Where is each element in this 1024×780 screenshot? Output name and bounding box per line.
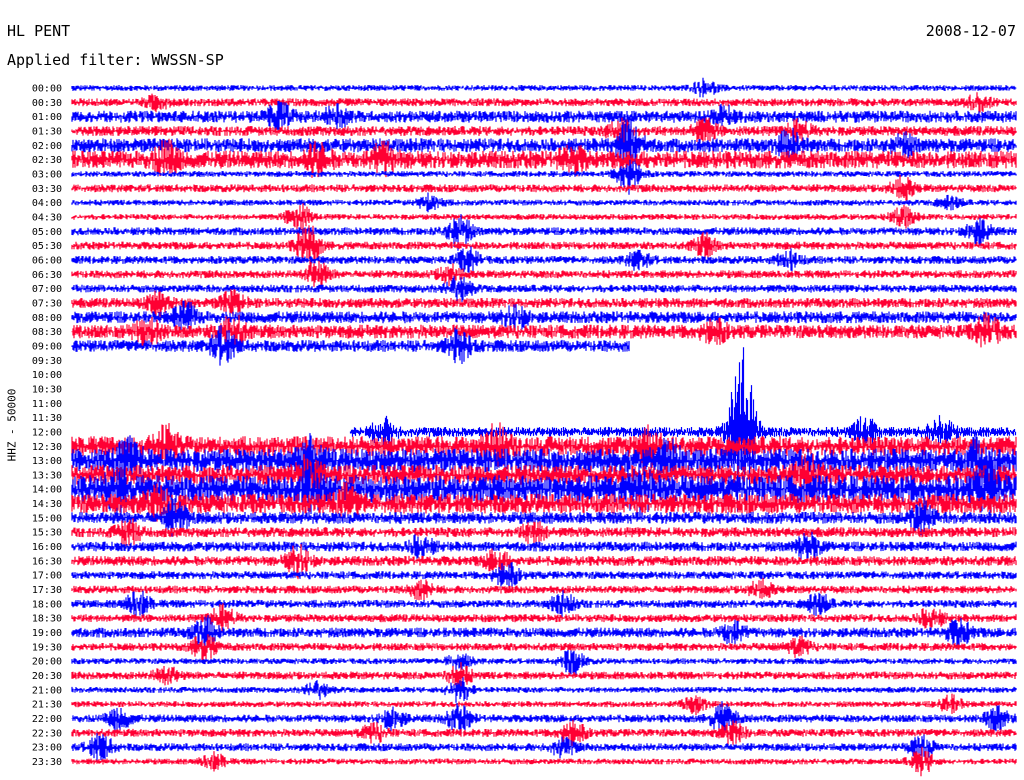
trace-segment: [71, 92, 1017, 113]
trace-segment: [71, 577, 1017, 601]
time-label: 01:30: [32, 126, 62, 137]
time-label: 17:00: [32, 571, 62, 582]
trace-segment: [71, 662, 1017, 689]
helicorder-plot: 00:00 00:30 01:00 01:30 02:00 02:30 03:00 03:30…: [32, 77, 1017, 777]
trace-segment: [71, 203, 1017, 232]
time-label: 03:30: [32, 184, 62, 195]
time-label: 14:30: [32, 499, 62, 510]
trace-segment: [71, 118, 1017, 173]
time-label: 01:00: [32, 112, 62, 123]
time-label: 07:30: [32, 298, 62, 309]
time-label: 10:30: [32, 384, 62, 395]
time-label: 12:00: [32, 427, 62, 438]
time-label: 12:30: [32, 442, 62, 453]
time-label: 05:00: [32, 227, 62, 238]
time-label: 19:00: [32, 628, 62, 639]
time-label: 09:00: [32, 341, 62, 352]
trace-segment: [71, 562, 1017, 588]
time-label: 14:00: [32, 485, 62, 496]
time-label: 21:30: [32, 700, 62, 711]
trace-segment: [71, 719, 1017, 747]
time-label: 21:00: [32, 685, 62, 696]
time-label: 06:30: [32, 270, 62, 281]
time-label: 03:00: [32, 169, 62, 180]
time-label: 16:30: [32, 556, 62, 567]
time-label: 20:00: [32, 657, 62, 668]
trace-segment: [71, 260, 1017, 289]
time-label: 23:00: [32, 743, 62, 754]
trace-segment: [71, 677, 1017, 703]
time-label: 02:30: [32, 155, 62, 166]
trace-segment: [71, 77, 1017, 98]
time-label: 18:30: [32, 614, 62, 625]
time-label: 22:30: [32, 728, 62, 739]
time-label: 05:30: [32, 241, 62, 252]
time-label: 06:00: [32, 255, 62, 266]
time-label: 23:30: [32, 757, 62, 768]
time-label: 11:30: [32, 413, 62, 424]
time-label: 04:30: [32, 212, 62, 223]
time-label: 19:30: [32, 642, 62, 653]
time-label: 02:00: [32, 141, 62, 152]
time-label: 16:00: [32, 542, 62, 553]
time-label: 08:30: [32, 327, 62, 338]
time-label: 13:30: [32, 470, 62, 481]
trace-segment: [71, 192, 1017, 213]
time-label: 15:00: [32, 513, 62, 524]
time-label: 18:00: [32, 599, 62, 610]
time-label: 22:00: [32, 714, 62, 725]
time-label: 11:00: [32, 399, 62, 410]
trace-segment: [71, 693, 1017, 715]
trace-segment: [71, 746, 1017, 777]
time-label: 10:00: [32, 370, 62, 381]
time-label: 04:00: [32, 198, 62, 209]
time-label: 09:30: [32, 356, 62, 367]
trace-segment: [71, 246, 1017, 273]
time-label: 20:30: [32, 671, 62, 682]
time-label: 13:00: [32, 456, 62, 467]
time-label: 08:00: [32, 313, 62, 324]
trace-segment: [71, 634, 1017, 663]
trace-segment: [71, 175, 1017, 201]
time-label: 15:30: [32, 528, 62, 539]
time-label: 00:30: [32, 98, 62, 109]
time-label: 07:00: [32, 284, 62, 295]
time-label: 00:00: [32, 84, 62, 95]
time-label: 17:30: [32, 585, 62, 596]
